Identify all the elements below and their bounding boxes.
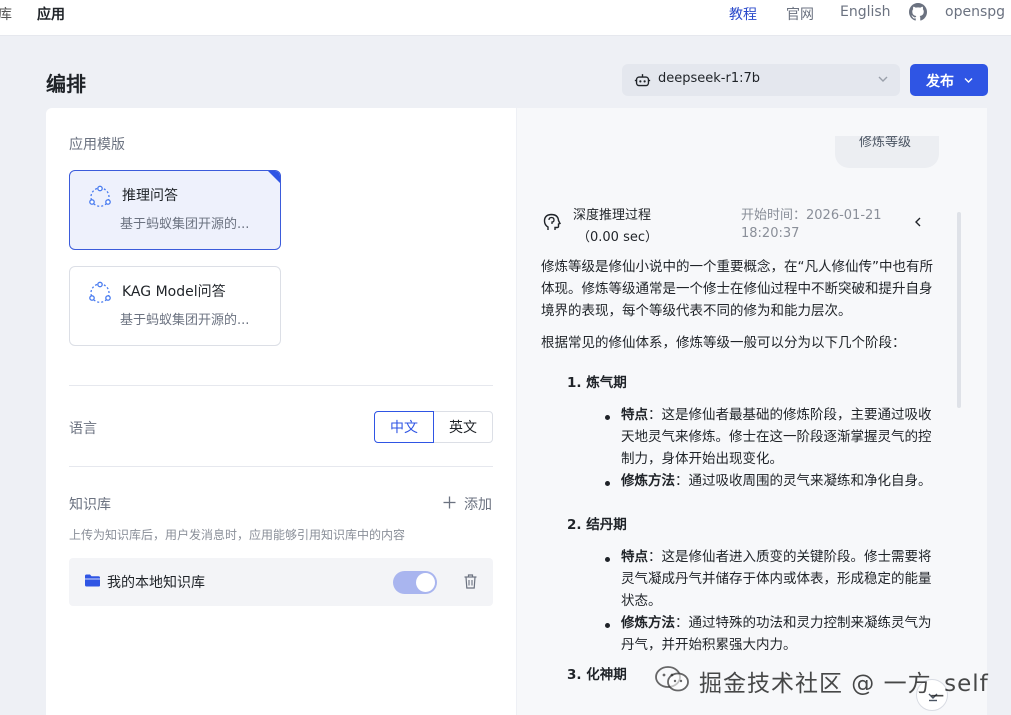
list-bullet xyxy=(605,623,610,628)
knowledge-base-item: 我的本地知识库 xyxy=(69,558,493,606)
bullet-text: ：这是修仙者最基础的修炼阶段，主要通过吸收天地灵气来修炼。修士在这一阶段逐渐掌握… xyxy=(621,407,932,467)
model-select-value: deepseek-r1:7b xyxy=(658,71,761,86)
chevron-left-icon[interactable] xyxy=(912,216,924,228)
chevron-down-icon xyxy=(878,76,888,82)
template-title: 推理问答 xyxy=(122,188,178,204)
stage-heading: 1. 炼气期 xyxy=(567,375,627,391)
templates-label: 应用模版 xyxy=(69,137,125,153)
trash-icon[interactable] xyxy=(464,574,477,589)
scrollbar[interactable] xyxy=(957,212,961,408)
nav-item-partial[interactable]: 库 xyxy=(0,4,12,24)
folder-icon xyxy=(85,574,100,587)
knowledge-base-name: 我的本地知识库 xyxy=(107,575,205,591)
plus-icon xyxy=(443,496,456,509)
list-item: 特点：这是修仙者进入质变的关键阶段。修士需要将灵气凝成丹气并储存于体内或体表，形… xyxy=(621,546,933,612)
nav-link-official-site[interactable]: 官网 xyxy=(786,4,814,24)
chat-preview-panel: 修炼等级 深度推理过程 （0.00 sec） 开始时间：2026-01-21 1… xyxy=(517,108,987,715)
list-item: 修炼方法：通过吸收周围的灵气来凝练和净化自身。 xyxy=(621,470,933,492)
divider xyxy=(69,385,493,386)
reasoning-start-time: 开始时间：2026-01-21 xyxy=(741,208,882,223)
template-desc: 基于蚂蚁集团开源的... xyxy=(120,313,250,328)
answer-paragraph: 根据常见的修仙体系，修炼等级一般可以分为以下几个阶段： xyxy=(541,335,906,351)
knowledge-base-toggle[interactable] xyxy=(393,571,437,594)
nav-item-apps[interactable]: 应用 xyxy=(37,4,65,24)
list-item: 特点：这是修仙者最基础的修炼阶段，主要通过吸收天地灵气来修炼。修士在这一阶段逐渐… xyxy=(621,404,933,470)
template-card-reasoning-qa[interactable]: 推理问答 基于蚂蚁集团开源的... xyxy=(69,170,281,250)
list-bullet xyxy=(605,557,610,562)
reasoning-start-time-clock: 18:20:37 xyxy=(741,226,800,241)
page-title: 编排 xyxy=(46,72,86,96)
watermark-text: 掘金技术社区 @ 一方_self xyxy=(699,671,989,697)
wechat-icon xyxy=(655,666,689,692)
github-icon[interactable] xyxy=(909,3,927,21)
top-nav: 库 应用 教程 官网 English openspg xyxy=(0,0,1011,36)
template-card-kag-model-qa[interactable]: KAG Model问答 基于蚂蚁集团开源的... xyxy=(69,266,281,346)
nav-link-tutorial[interactable]: 教程 xyxy=(729,4,757,24)
publish-button[interactable]: 发布 xyxy=(910,64,988,96)
bullet-label: 特点 xyxy=(621,407,648,423)
brain-head-icon xyxy=(543,213,561,230)
template-desc: 基于蚂蚁集团开源的... xyxy=(120,217,250,232)
user-question-text: 修炼等级 xyxy=(859,136,912,150)
reasoning-duration: （0.00 sec） xyxy=(577,230,658,245)
orchestration-panel: 应用模版 推理问答 基于蚂蚁集团开源的... KAG Model问答 基于蚂蚁集… xyxy=(46,108,516,715)
language-toggle: 中文 英文 xyxy=(374,411,494,443)
divider xyxy=(69,466,493,467)
list-bullet xyxy=(605,481,610,486)
stage-heading: 2. 结丹期 xyxy=(567,517,627,533)
model-select[interactable]: deepseek-r1:7b xyxy=(622,64,900,96)
template-icon xyxy=(89,185,111,207)
bullet-label: 修炼方法 xyxy=(621,473,675,489)
selected-corner-marker xyxy=(268,171,280,183)
template-icon xyxy=(89,281,111,303)
language-label: 语言 xyxy=(69,421,97,437)
knowledge-base-hint: 上传为知识库后，用户发消息时，应用能够引用知识库中的内容 xyxy=(69,528,406,542)
nav-link-openspg[interactable]: openspg xyxy=(945,4,1005,20)
stage-heading: 3. 化神期 xyxy=(567,667,627,683)
answer-content: 修炼等级是修仙小说中的一个重要概念，在“凡人修仙传”中也有所体现。修炼等级通常是… xyxy=(541,256,939,683)
list-item: 修炼方法：通过特殊的功法和灵力控制来凝练灵气为丹气，并开始积累强大内力。 xyxy=(621,612,933,656)
knowledge-base-label: 知识库 xyxy=(69,497,111,513)
nav-link-english[interactable]: English xyxy=(840,4,891,20)
language-option-en[interactable]: 英文 xyxy=(433,411,493,443)
chevron-down-icon xyxy=(964,78,973,83)
answer-paragraph: 修炼等级是修仙小说中的一个重要概念，在“凡人修仙传”中也有所体现。修炼等级通常是… xyxy=(541,259,933,319)
template-title: KAG Model问答 xyxy=(122,284,226,300)
bullet-label: 修炼方法 xyxy=(621,615,675,631)
publish-label: 发布 xyxy=(926,73,954,89)
add-label: 添加 xyxy=(464,496,492,512)
bullet-text: ：这是修仙者进入质变的关键阶段。修士需要将灵气凝成丹气并储存于体内或体表，形成稳… xyxy=(621,549,932,609)
bullet-text: ：通过吸收周围的灵气来凝练和净化自身。 xyxy=(675,473,932,489)
robot-icon xyxy=(634,74,651,87)
list-bullet xyxy=(605,415,610,420)
reasoning-title: 深度推理过程 xyxy=(573,208,652,223)
language-option-zh[interactable]: 中文 xyxy=(374,411,434,443)
toggle-knob xyxy=(416,573,435,592)
bullet-label: 特点 xyxy=(621,549,648,565)
user-question-bubble: 修炼等级 xyxy=(835,136,939,168)
